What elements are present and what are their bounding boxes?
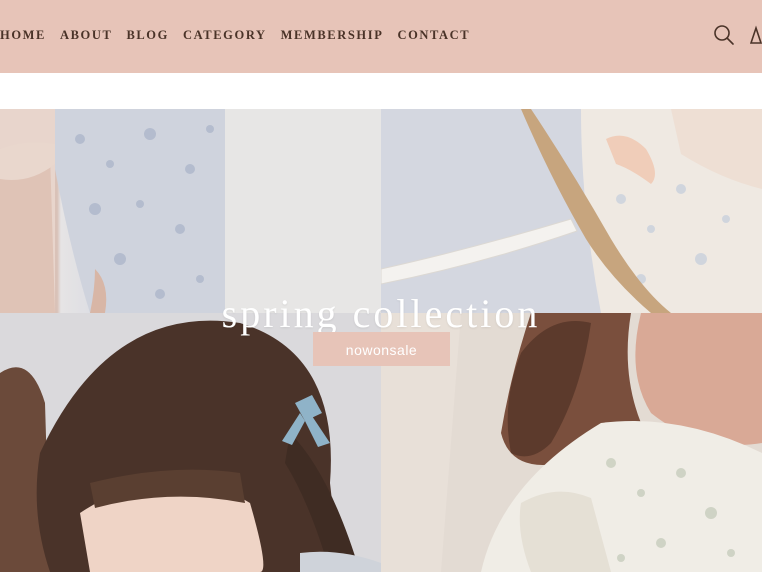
account-icon[interactable] — [750, 25, 762, 45]
hero-image-basket-baby — [381, 109, 762, 313]
search-icon[interactable] — [713, 24, 735, 46]
hero-title: spring collection — [221, 291, 541, 336]
nav-category-link[interactable]: CATEGORY — [183, 26, 267, 44]
nav-contact-link[interactable]: CONTACT — [397, 26, 470, 44]
nav-home-link[interactable]: HOME — [0, 26, 46, 44]
main-nav: HOME ABOUT BLOG CATEGORY MEMBERSHIP CONT… — [0, 26, 484, 44]
now-on-sale-button[interactable]: nowonsale — [313, 332, 450, 366]
hero-image-floral-dresses — [0, 109, 381, 313]
nav-blog-link[interactable]: BLOG — [126, 26, 169, 44]
nav-membership-link[interactable]: MEMBERSHIP — [281, 26, 384, 44]
nav-about-link[interactable]: ABOUT — [60, 26, 112, 44]
site-header: HOME ABOUT BLOG CATEGORY MEMBERSHIP CONT… — [0, 0, 762, 73]
